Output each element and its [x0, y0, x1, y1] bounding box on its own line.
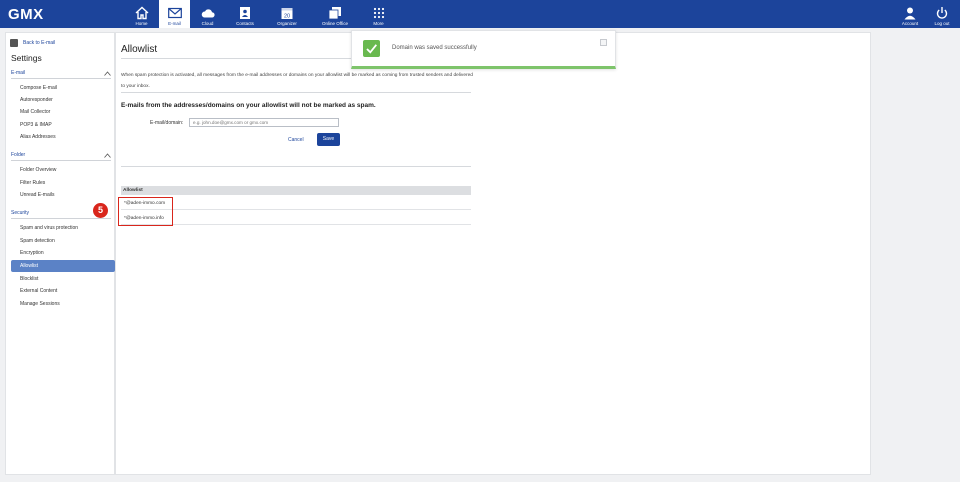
- contacts-icon: [240, 7, 250, 19]
- back-to-email-link[interactable]: Back to E-mail: [10, 39, 55, 47]
- user-icon: [904, 7, 916, 20]
- mail-icon: [167, 7, 182, 19]
- settings-sidebar: Back to E-mail Settings E-mail Compose E…: [5, 32, 115, 475]
- nav-cloud-label: Cloud: [201, 21, 214, 26]
- allowlist-entry[interactable]: *@aden-immo.com: [121, 197, 471, 210]
- sidebar-item-spam-detection[interactable]: Spam detection: [11, 235, 115, 247]
- nav-more-label: More: [373, 21, 384, 26]
- cancel-button[interactable]: Cancel: [288, 137, 304, 143]
- sidebar-item-pop3-imap[interactable]: POP3 & IMAP: [11, 119, 115, 131]
- section-email-header[interactable]: E-mail: [11, 70, 111, 79]
- nav-cloud[interactable]: Cloud: [192, 0, 223, 28]
- nav-online-office[interactable]: Online Office: [309, 0, 361, 28]
- gmx-logo[interactable]: GMX: [8, 6, 44, 23]
- section-security-label: Security: [11, 210, 30, 216]
- top-navigation-bar: GMX Home E-mail Cloud Contacts 20 Organi…: [0, 0, 960, 28]
- chevron-up-icon: [104, 70, 111, 76]
- back-arrow-icon: [10, 39, 18, 47]
- highlight-annotation-box: [118, 197, 173, 226]
- power-icon: [936, 7, 948, 19]
- back-link-label: Back to E-mail: [23, 40, 56, 46]
- checkmark-icon: [363, 40, 380, 57]
- office-icon: [328, 7, 341, 20]
- sidebar-item-mail-collector[interactable]: Mail Collector: [11, 106, 115, 118]
- section-folder-header[interactable]: Folder: [11, 152, 111, 161]
- email-domain-input[interactable]: [189, 118, 339, 127]
- sidebar-item-external-content[interactable]: External Content: [11, 285, 115, 297]
- nav-organizer[interactable]: 20 Organizer: [267, 0, 307, 28]
- sidebar-item-filter-rules[interactable]: Filter Rules: [11, 177, 115, 189]
- home-icon: [135, 6, 148, 20]
- sidebar-item-compose-email[interactable]: Compose E-mail: [11, 82, 115, 94]
- save-button[interactable]: Save: [317, 133, 340, 146]
- settings-title: Settings: [11, 53, 42, 63]
- nav-logout[interactable]: Log out: [928, 0, 956, 28]
- sidebar-item-folder-overview[interactable]: Folder Overview: [11, 164, 115, 176]
- nav-account[interactable]: Account: [896, 0, 924, 28]
- sidebar-item-allowlist[interactable]: Allowlist: [11, 260, 115, 272]
- divider: [121, 166, 471, 167]
- success-toast: Domain was saved successfully: [351, 30, 616, 69]
- divider: [121, 92, 471, 93]
- main-nav: Home E-mail Cloud Contacts 20 Organizer …: [126, 0, 396, 28]
- sidebar-item-manage-sessions[interactable]: Manage Sessions: [11, 298, 115, 310]
- allowlist-subheading: E-mails from the addresses/domains on yo…: [121, 102, 376, 109]
- allowlist-description: When spam protection is activated, all m…: [121, 73, 473, 89]
- sidebar-item-unread-emails[interactable]: Unread E-mails: [11, 189, 115, 201]
- sidebar-item-spam-virus-protection[interactable]: Spam and virus protection: [11, 222, 115, 234]
- nav-home[interactable]: Home: [126, 0, 157, 28]
- sidebar-item-blocklist[interactable]: Blocklist: [11, 273, 115, 285]
- nav-online-office-label: Online Office: [322, 21, 348, 26]
- allowlist-header: Allowlist: [121, 186, 471, 195]
- nav-contacts[interactable]: Contacts: [225, 0, 265, 28]
- allowlist-entry[interactable]: *@aden-immo.info: [121, 212, 471, 225]
- nav-account-label: Account: [901, 21, 919, 26]
- account-nav: Account Log out: [892, 0, 956, 28]
- nav-email[interactable]: E-mail: [159, 0, 190, 28]
- close-icon[interactable]: [600, 39, 607, 46]
- chevron-up-icon: [104, 152, 111, 158]
- nav-logout-label: Log out: [934, 21, 950, 26]
- email-domain-label: E-mail/domain:: [150, 120, 184, 126]
- nav-organizer-label: Organizer: [277, 21, 297, 26]
- nav-contacts-label: Contacts: [236, 21, 254, 26]
- sidebar-item-alias-addresses[interactable]: Alias Addresses: [11, 131, 115, 143]
- calendar-day: 20: [284, 14, 290, 20]
- nav-home-label: Home: [135, 21, 148, 26]
- toast-message: Domain was saved successfully: [392, 45, 477, 51]
- section-folder-label: Folder: [11, 152, 26, 158]
- section-email-label: E-mail: [11, 70, 26, 76]
- main-content: Allowlist When spam protection is activa…: [115, 32, 871, 475]
- calendar-icon: 20: [281, 8, 293, 20]
- page-title: Allowlist: [121, 44, 158, 55]
- nav-email-label: E-mail: [168, 21, 181, 26]
- step-number-badge: 5: [93, 203, 108, 218]
- cloud-icon: [201, 9, 215, 18]
- nav-more[interactable]: More: [363, 0, 394, 28]
- sidebar-item-autoresponder[interactable]: Autoresponder: [11, 94, 115, 106]
- sidebar-item-encryption[interactable]: Encryption: [11, 247, 115, 259]
- grid-icon: [373, 7, 384, 19]
